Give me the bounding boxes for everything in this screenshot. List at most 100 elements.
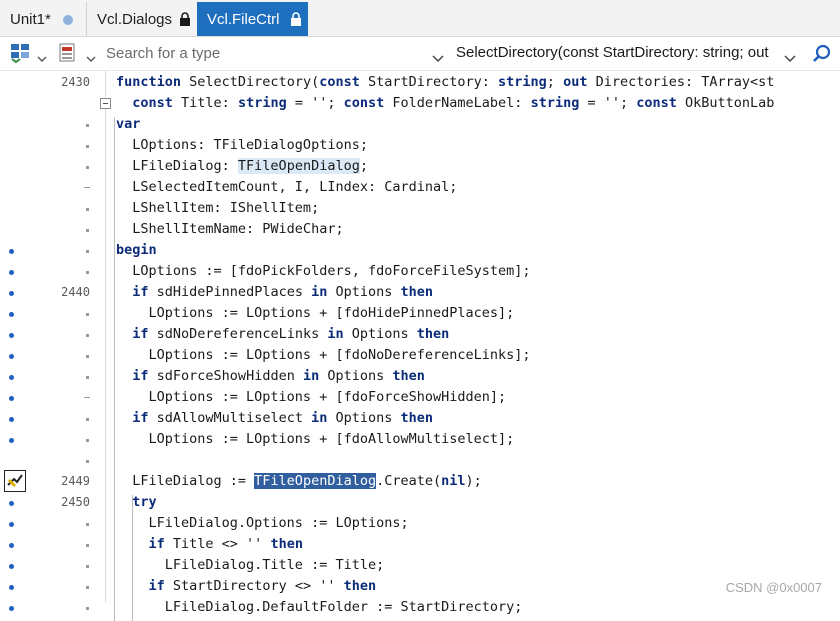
line-marker-dot [86,208,89,211]
code-text: LFileDialog: TFileOpenDialog; [116,158,368,174]
line-marker-dot [86,544,89,547]
line-marker-dot [86,565,89,568]
code-text: LFileDialog.Options := LOptions; [116,515,409,531]
code-text: LOptions := LOptions + [fdoNoDereference… [116,347,531,363]
line-marker-dot [86,145,89,148]
breakpoint-dot-icon[interactable] [9,396,14,401]
code-line[interactable]: LFileDialog.Options := LOptions; [0,513,840,534]
code-line[interactable]: var [0,114,840,135]
editor-toolbar: SelectDirectory(const StartDirectory: st… [0,37,840,71]
code-text: LFileDialog.Title := Title; [116,557,385,573]
breakpoint-dot-icon[interactable] [9,606,14,611]
breakpoint-dot-icon[interactable] [9,375,14,380]
fold-collapse-icon[interactable] [100,98,111,109]
code-text: LFileDialog.DefaultFolder := StartDirect… [116,599,523,615]
code-line[interactable] [0,450,840,471]
code-text: if Title <> '' then [148,536,303,552]
tab-vcl-dialogs[interactable]: Vcl.Dialogs [86,2,197,36]
code-editor[interactable]: 2430 function SelectDirectory(const Start… [0,71,840,621]
code-line[interactable]: if sdAllowMultiselect in Options then [0,408,840,429]
lock-icon [290,12,302,26]
code-line[interactable]: LOptions := LOptions + [fdoForceShowHidd… [0,387,840,408]
code-line[interactable]: if StartDirectory <> '' then [0,576,840,597]
breakpoint-dot-icon[interactable] [9,249,14,254]
code-line[interactable]: 2449 LFileDialog := TFileOpenDialog.Crea… [0,470,840,492]
code-text: LShellItem: IShellItem; [116,200,320,216]
code-line[interactable]: LFileDialog.DefaultFolder := StartDirect… [0,597,840,618]
code-line[interactable]: LFileDialog: TFileOpenDialog; [0,156,840,177]
tab-unit1[interactable]: Unit1* [0,2,85,36]
execution-point-icon[interactable] [4,470,26,492]
breakpoint-dot-icon[interactable] [9,522,14,527]
breakpoint-dot-icon[interactable] [9,333,14,338]
code-line[interactable]: if sdNoDereferenceLinks in Options then [0,324,840,345]
lock-icon [179,12,191,26]
code-text: const Title: string = ''; const FolderNa… [132,95,775,111]
class-browser-icon[interactable] [58,43,80,68]
modified-dot-icon [63,15,73,25]
line-marker-dot [86,418,89,421]
code-text: try [132,494,157,510]
code-text: LOptions: TFileDialogOptions; [116,137,368,153]
structure-view-icon[interactable] [10,43,32,68]
code-line[interactable]: 2430 function SelectDirectory(const Start… [0,72,840,93]
code-line[interactable]: LSelectedItemCount, I, LIndex: Cardinal; [0,177,840,198]
code-text: begin [116,242,157,258]
chevron-down-icon[interactable] [432,50,444,63]
code-line[interactable]: LOptions := [fdoPickFolders, fdoForceFil… [0,261,840,282]
breakpoint-dot-icon[interactable] [9,438,14,443]
search-icon[interactable] [812,44,832,69]
code-text: if sdNoDereferenceLinks in Options then [132,326,450,342]
line-marker-dash [84,397,90,398]
code-text: LOptions := LOptions + [fdoForceShowHidd… [116,389,507,405]
tab-vcl-filectrl[interactable]: Vcl.FileCtrl [197,2,308,36]
code-text: LOptions := LOptions + [fdoHidePinnedPla… [116,305,515,321]
method-selector[interactable]: SelectDirectory(const StartDirectory: st… [456,42,774,64]
breakpoint-dot-icon[interactable] [9,585,14,590]
chevron-down-icon[interactable] [37,50,47,62]
line-marker-dot [86,460,89,463]
line-marker-dash [84,187,90,188]
code-line[interactable]: LOptions: TFileDialogOptions; [0,135,840,156]
breakpoint-dot-icon[interactable] [9,501,14,506]
code-line[interactable]: if sdForceShowHidden in Options then [0,366,840,387]
code-text: LOptions := [fdoPickFolders, fdoForceFil… [116,263,531,279]
code-text: LFileDialog := TFileOpenDialog.Create(ni… [116,473,482,489]
code-text: if sdForceShowHidden in Options then [132,368,425,384]
line-marker-dot [86,607,89,610]
tab-label: Vcl.FileCtrl [207,10,280,28]
code-line[interactable]: begin [0,240,840,261]
chevron-down-icon[interactable] [784,50,796,63]
chevron-down-icon[interactable] [86,50,96,62]
code-line[interactable]: LOptions := LOptions + [fdoNoDereference… [0,345,840,366]
line-marker-dot [86,439,89,442]
breakpoint-dot-icon[interactable] [9,543,14,548]
code-line[interactable]: if Title <> '' then [0,534,840,555]
line-number: 2449 [61,474,90,488]
breakpoint-dot-icon[interactable] [9,564,14,569]
type-search-input[interactable] [100,41,432,65]
code-line[interactable]: const Title: string = ''; const FolderNa… [0,93,840,114]
line-marker-dot [86,229,89,232]
line-marker-dot [86,250,89,253]
code-line[interactable]: 2440 if sdHidePinnedPlaces in Options th… [0,282,840,303]
line-number: 2450 [61,495,90,509]
line-marker-dot [86,313,89,316]
code-line[interactable]: LFileDialog.Title := Title; [0,555,840,576]
code-line[interactable]: LOptions := LOptions + [fdoHidePinnedPla… [0,303,840,324]
code-text: LShellItemName: PWideChar; [116,221,344,237]
code-line[interactable]: LShellItemName: PWideChar; [0,219,840,240]
code-text: function SelectDirectory(const StartDire… [116,74,775,90]
editor-tab-bar: Unit1* Vcl.Dialogs Vcl.FileCtrl [0,0,840,37]
line-marker-dot [86,334,89,337]
code-line[interactable]: LOptions := LOptions + [fdoAllowMultisel… [0,429,840,450]
breakpoint-dot-icon[interactable] [9,291,14,296]
breakpoint-dot-icon[interactable] [9,270,14,275]
breakpoint-dot-icon[interactable] [9,354,14,359]
code-line[interactable]: 2450 try [0,492,840,513]
breakpoint-dot-icon[interactable] [9,312,14,317]
code-line[interactable]: LShellItem: IShellItem; [0,198,840,219]
code-text: if sdAllowMultiselect in Options then [132,410,434,426]
breakpoint-dot-icon[interactable] [9,417,14,422]
line-marker-dot [86,376,89,379]
